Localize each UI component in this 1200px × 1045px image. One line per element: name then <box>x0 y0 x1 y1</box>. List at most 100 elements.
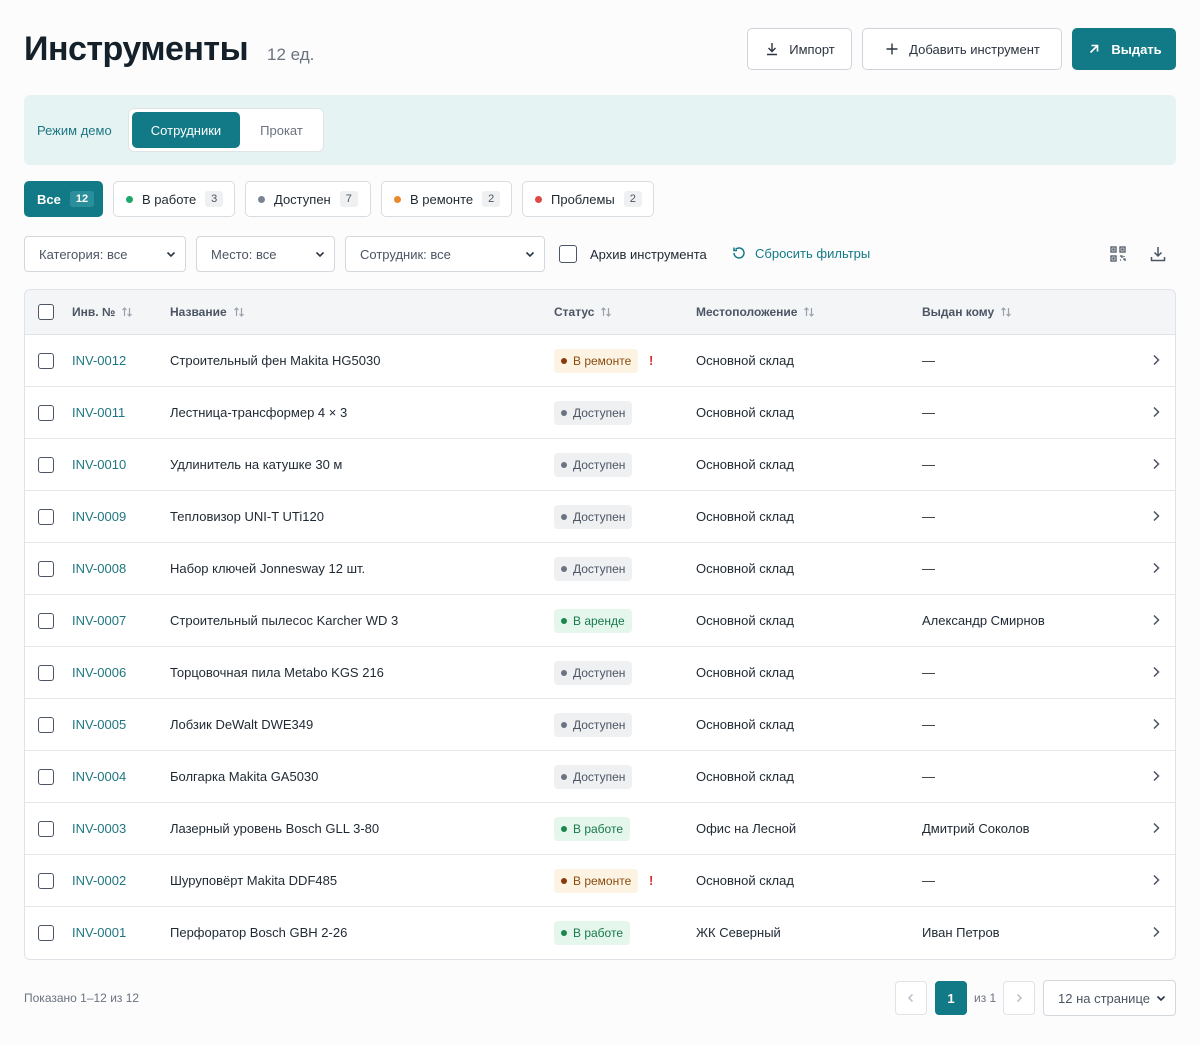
row-checkbox[interactable] <box>38 717 54 733</box>
row-checkbox[interactable] <box>38 925 54 941</box>
chevron-right-icon[interactable] <box>1149 509 1163 523</box>
import-label: Импорт <box>789 41 835 57</box>
next-page-button[interactable] <box>1003 981 1035 1015</box>
inventory-id-link[interactable]: INV-0001 <box>72 925 126 940</box>
inventory-id-link[interactable]: INV-0006 <box>72 665 126 680</box>
employee-select[interactable]: Сотрудник: все <box>345 236 545 272</box>
chevron-right-icon[interactable] <box>1149 769 1163 783</box>
segment-rental[interactable]: Прокат <box>244 112 319 148</box>
green-dot-icon <box>126 195 133 203</box>
chip-in-work[interactable]: В работе 3 <box>113 181 235 217</box>
row-checkbox[interactable] <box>38 405 54 421</box>
row-checkbox[interactable] <box>38 613 54 629</box>
inventory-id-link[interactable]: INV-0007 <box>72 613 126 628</box>
inventory-id-link[interactable]: INV-0003 <box>72 821 126 836</box>
chevron-left-icon <box>907 993 914 1003</box>
chevron-right-icon[interactable] <box>1149 821 1163 835</box>
demo-mode-panel: Режим демо Сотрудники Прокат <box>24 95 1176 165</box>
assignee: — <box>922 717 935 732</box>
row-checkbox[interactable] <box>38 769 54 785</box>
export-download-icon[interactable] <box>1148 244 1168 264</box>
status-badge: Доступен <box>554 661 633 685</box>
status-dot-icon <box>561 878 567 884</box>
chevron-right-icon[interactable] <box>1149 353 1163 367</box>
add-tool-button[interactable]: Добавить инструмент <box>862 28 1062 70</box>
row-checkbox[interactable] <box>38 353 54 369</box>
chip-available[interactable]: Доступен 7 <box>245 181 371 217</box>
row-checkbox[interactable] <box>38 457 54 473</box>
table-row[interactable]: INV-0012 Строительный фен Makita HG5030 В … <box>25 335 1175 387</box>
chevron-right-icon[interactable] <box>1149 613 1163 627</box>
table-row[interactable]: INV-0004 Болгарка Makita GA5030 Доступен Ос… <box>25 751 1175 803</box>
status-badge: В аренде <box>554 609 632 633</box>
table-row[interactable]: INV-0007 Строительный пылесос Karcher WD … <box>25 595 1175 647</box>
location: ЖК Северный <box>696 925 781 940</box>
status-badge: Доступен <box>554 505 633 529</box>
import-button[interactable]: Импорт <box>747 28 852 70</box>
chevron-right-icon[interactable] <box>1149 717 1163 731</box>
table-row[interactable]: INV-0001 Перфоратор Bosch GBH 2-26 В работ… <box>25 907 1175 959</box>
prev-page-button[interactable] <box>895 981 927 1015</box>
category-select[interactable]: Категория: все <box>24 236 186 272</box>
chip-in-repair[interactable]: В ремонте 2 <box>381 181 512 217</box>
column-header-status[interactable]: Статус <box>554 305 612 319</box>
per-page-select[interactable]: 12 на странице <box>1043 980 1176 1016</box>
inventory-id-link[interactable]: INV-0010 <box>72 457 126 472</box>
per-page-value: 12 на странице <box>1058 990 1150 1006</box>
chevron-right-icon[interactable] <box>1149 405 1163 419</box>
reset-filters-button[interactable]: Сбросить фильтры <box>731 245 870 261</box>
assignee: Дмитрий Соколов <box>922 821 1030 836</box>
chip-problems[interactable]: Проблемы 2 <box>522 181 654 217</box>
table-row[interactable]: INV-0011 Лестница-трансформер 4 × 3 Доступ… <box>25 387 1175 439</box>
tool-name: Перфоратор Bosch GBH 2-26 <box>170 925 348 940</box>
sort-icon <box>804 307 815 317</box>
chevron-right-icon[interactable] <box>1149 925 1163 939</box>
column-header-location[interactable]: Местоположение <box>696 305 815 319</box>
status-dot-icon <box>561 930 567 936</box>
inventory-id-link[interactable]: INV-0002 <box>72 873 126 888</box>
status-badge: Доступен <box>554 453 633 477</box>
sort-icon <box>233 307 244 317</box>
status-badge: В работе <box>554 921 631 945</box>
issue-button[interactable]: Выдать <box>1072 28 1176 70</box>
chevron-right-icon[interactable] <box>1149 665 1163 679</box>
select-all-checkbox[interactable] <box>38 304 54 320</box>
chevron-right-icon[interactable] <box>1149 457 1163 471</box>
inventory-id-link[interactable]: INV-0008 <box>72 561 126 576</box>
status-dot-icon <box>561 410 567 416</box>
inventory-id-link[interactable]: INV-0005 <box>72 717 126 732</box>
row-checkbox[interactable] <box>38 821 54 837</box>
inventory-id-link[interactable]: INV-0004 <box>72 769 126 784</box>
page-1-button[interactable]: 1 <box>935 981 967 1015</box>
column-header-id[interactable]: Инв. № <box>72 305 133 319</box>
sort-icon <box>1001 307 1012 317</box>
table-row[interactable]: INV-0006 Торцовочная пила Metabo KGS 216 Д… <box>25 647 1175 699</box>
row-checkbox[interactable] <box>38 561 54 577</box>
table-row[interactable]: INV-0009 Тепловизор UNI-T UTi120 Доступен О… <box>25 491 1175 543</box>
inventory-id-link[interactable]: INV-0009 <box>72 509 126 524</box>
inventory-id-link[interactable]: INV-0011 <box>72 405 125 420</box>
chevron-down-icon <box>525 251 535 258</box>
row-checkbox[interactable] <box>38 665 54 681</box>
table-row[interactable]: INV-0005 Лобзик DeWalt DWE349 Доступен Осно… <box>25 699 1175 751</box>
segment-employees[interactable]: Сотрудники <box>132 112 240 148</box>
location: Основной склад <box>696 457 794 472</box>
row-checkbox[interactable] <box>38 873 54 889</box>
inventory-id-link[interactable]: INV-0012 <box>72 353 126 368</box>
chevron-right-icon[interactable] <box>1149 873 1163 887</box>
chevron-right-icon[interactable] <box>1149 561 1163 575</box>
table-row[interactable]: INV-0002 Шуруповёрт Makita DDF485 В ремонт… <box>25 855 1175 907</box>
column-header-assignee[interactable]: Выдан кому <box>922 305 1012 319</box>
place-select[interactable]: Место: все <box>196 236 335 272</box>
qr-code-icon[interactable] <box>1108 244 1128 264</box>
assignee: — <box>922 509 935 524</box>
table-row[interactable]: INV-0010 Удлинитель на катушке 30 м Доступ… <box>25 439 1175 491</box>
table-row[interactable]: INV-0008 Набор ключей Jonnesway 12 шт. Дос… <box>25 543 1175 595</box>
reset-filters-label: Сбросить фильтры <box>755 245 871 261</box>
row-checkbox[interactable] <box>38 509 54 525</box>
column-header-name[interactable]: Название <box>170 305 245 319</box>
chip-all[interactable]: Все 12 <box>24 181 103 217</box>
table-row[interactable]: INV-0003 Лазерный уровень Bosch GLL 3-80 В… <box>25 803 1175 855</box>
chevron-down-icon <box>315 251 325 258</box>
archive-checkbox[interactable] <box>559 245 577 263</box>
